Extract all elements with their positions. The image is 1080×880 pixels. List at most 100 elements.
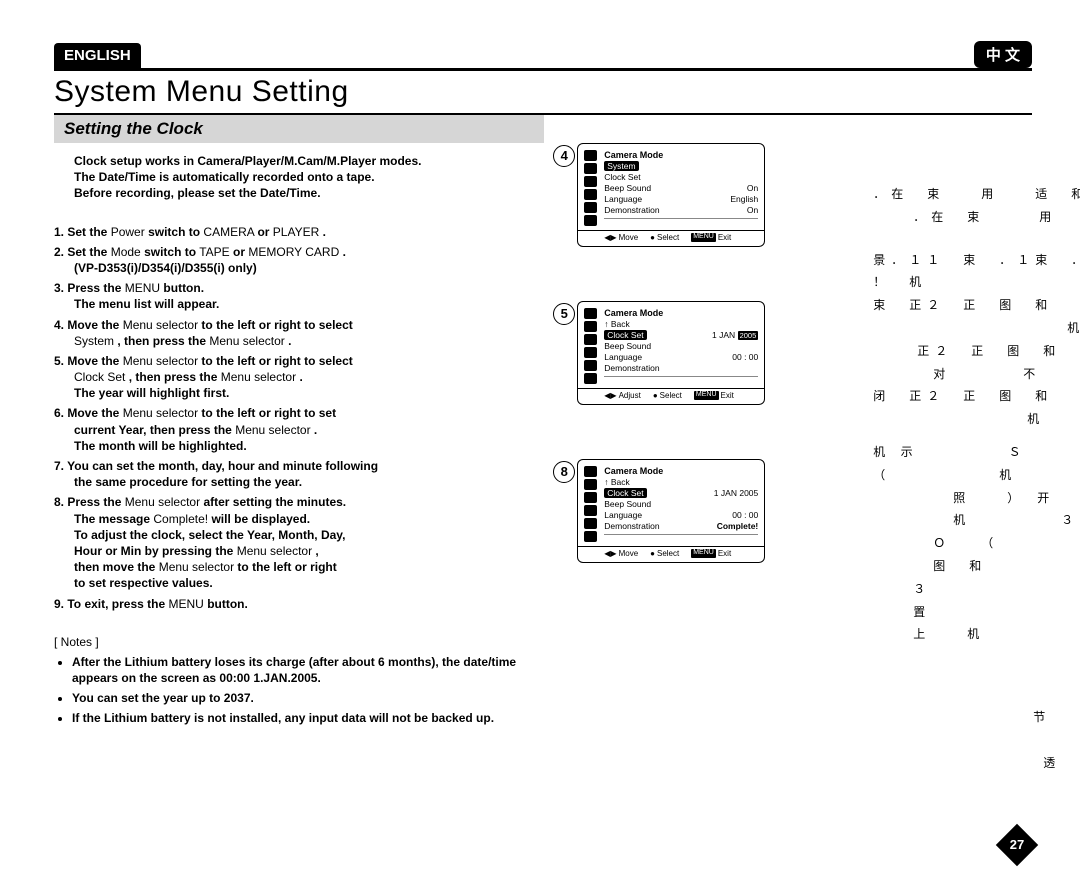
step-text: Menu selector (123, 406, 198, 420)
step-text: 3. Press the (54, 281, 121, 295)
cn-text: 节 用 (873, 706, 1080, 729)
menu-key-icon: MENU (694, 391, 719, 400)
lcd-date: 1 (714, 488, 719, 498)
intro-line: Before recording, please set the Date/Ti… (74, 186, 321, 200)
step-text: to the left or right to select (201, 318, 352, 332)
step-text: 2. Set the (54, 245, 107, 259)
cn-text: ！ 机 机的 (873, 271, 1080, 294)
cn-text: 景．１１ 束 ．１束 ．１ 束 (873, 249, 1080, 272)
note-item: You can set the year up to 2037. (72, 691, 254, 705)
cn-text: 机 ３ (873, 408, 1080, 431)
menu-icon (584, 492, 597, 503)
step-text: , then press the (117, 334, 206, 348)
step-text: MENU (125, 281, 160, 295)
cn-text: 机 ３ (873, 509, 1080, 532)
step-text: then move the (74, 560, 155, 574)
step-text: . (299, 370, 302, 384)
step-text: Menu selector (237, 544, 312, 558)
lcd-foot: Exit (718, 233, 731, 242)
cn-text: 机 示 Ｓ Ｏ （ (873, 441, 1080, 464)
step-marker-8: 8 (553, 461, 575, 483)
select-icon: ● (650, 233, 655, 242)
menu-icon (584, 518, 597, 529)
step-marker-5: 5 (553, 303, 575, 325)
intro-line: Clock setup works in Camera/Player/M.Cam… (74, 154, 421, 168)
step-text: The message (74, 512, 150, 526)
step-marker-4: 4 (553, 145, 575, 167)
lcd-item: Demonstration (604, 363, 659, 373)
step-text: to the left or right to select (201, 354, 352, 368)
step-text: The month will be highlighted. (74, 439, 247, 453)
notes-label: [ Notes ] (54, 634, 547, 650)
select-icon: ● (653, 391, 658, 400)
step-text: (VP-D353(i)/D354(i)/D355(i) only) (74, 261, 257, 275)
step-text: The menu list will appear. (74, 297, 219, 311)
lcd-title: Camera Mode (604, 150, 758, 160)
step-text: current Year, then press the (74, 423, 232, 437)
menu-icon (584, 531, 597, 542)
lcd-screen-8: Camera Mode ↑ Back Clock Set 1 JAN 2005 … (577, 459, 765, 563)
step-text: switch to (144, 245, 196, 259)
page-title: System Menu Setting (54, 75, 1032, 109)
step-text: PLAYER (273, 225, 319, 239)
menu-icon (584, 163, 597, 174)
lcd-date: JAN (721, 488, 737, 498)
step-text: 4. Move the (54, 318, 119, 332)
intro-line: The Date/Time is automatically recorded … (74, 170, 375, 184)
step-text: , then press the (129, 370, 218, 384)
step-text: . (314, 423, 317, 437)
step-text: Clock Set (74, 370, 125, 384)
step-text: MEMORY CARD (248, 245, 339, 259)
lcd-screen-5: Camera Mode ↑ Back Clock Set 1 JAN 2005 … (577, 301, 765, 405)
step-text: Complete! (153, 512, 208, 526)
step-text: Menu selector (159, 560, 234, 574)
cn-text: Ｏ （ 正２ 正 图 和 (873, 532, 1080, 578)
step-text: Menu selector (209, 334, 284, 348)
lcd-item: Clock Set (604, 172, 640, 182)
cn-text: （ 机 ３ (873, 464, 1080, 487)
menu-key-icon: MENU (691, 233, 716, 242)
lcd-item: Beep Sound (604, 341, 651, 351)
lcd-foot: Move (619, 233, 639, 242)
step-text: Menu selector (221, 370, 296, 384)
lang-english-tag: ENGLISH (54, 43, 141, 68)
cn-text: 闭 正２ 正 图 和 ３ (873, 385, 1080, 408)
step-text: Power (111, 225, 145, 239)
cn-text: 对 不 机 ３ (873, 363, 1080, 386)
step-text: Mode (111, 245, 141, 259)
lcd-item: Language (604, 194, 642, 204)
menu-icon (584, 202, 597, 213)
adjust-icon: ◀▶ (604, 391, 616, 400)
step-text: To adjust the clock, select the Year, Mo… (74, 528, 345, 542)
step-text: . (288, 334, 291, 348)
section-subtitle: Setting the Clock (54, 115, 544, 143)
menu-icon (584, 505, 597, 516)
step-text: Hour or Min by pressing the (74, 544, 233, 558)
page-number: 27 (1002, 837, 1032, 852)
lcd-item: Beep Sound (604, 183, 651, 193)
cn-text: 照 ） 开 ） (873, 487, 1080, 510)
step-text: or (257, 225, 269, 239)
lcd-title: Camera Mode (604, 308, 758, 318)
lcd-foot: Select (660, 391, 682, 400)
move-icon: ◀▶ (604, 549, 616, 558)
lcd-title: Camera Mode (604, 466, 758, 476)
menu-icon (584, 360, 597, 371)
menu-key-icon: MENU (691, 549, 716, 558)
step-text: The year will highlight first. (74, 386, 229, 400)
cn-text: 机 ３ (873, 317, 1080, 340)
menu-icon (584, 347, 597, 358)
lcd-foot: Exit (718, 549, 731, 558)
step-text: 6. Move the (54, 406, 119, 420)
lcd-item: Back (611, 477, 630, 487)
lcd-date: 1 (712, 330, 717, 340)
lcd-foot: Select (657, 549, 679, 558)
lcd-screen-4: Camera Mode System Clock Set Beep SoundO… (577, 143, 765, 247)
step-text: button. (207, 597, 248, 611)
step-text: Menu selector (123, 318, 198, 332)
step-text: to set respective values. (74, 576, 213, 590)
step-text: after setting the minutes. (203, 495, 346, 509)
lcd-item-selected: Clock Set (604, 330, 646, 340)
step-text: to the left or right to set (201, 406, 336, 420)
step-text: 1. Set the (54, 225, 107, 239)
